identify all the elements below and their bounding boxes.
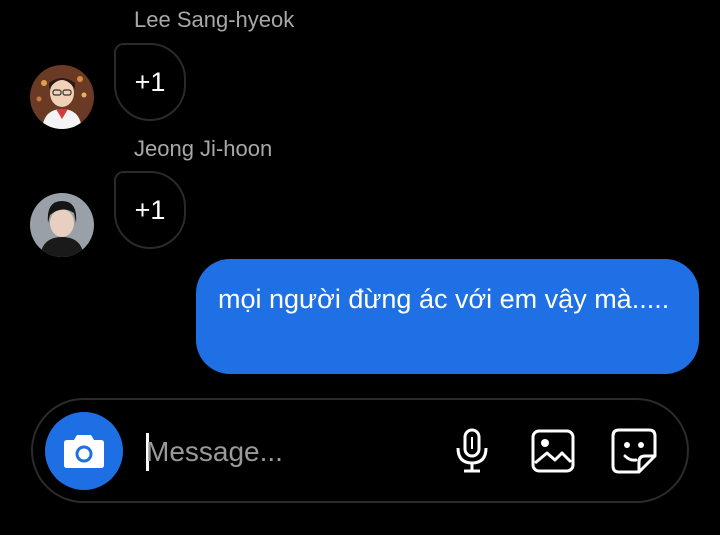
microphone-button[interactable]: [449, 428, 495, 474]
microphone-icon: [456, 428, 488, 473]
avatar-photo-icon: [30, 65, 94, 129]
sticker-icon: [611, 428, 657, 474]
gallery-button[interactable]: [530, 428, 576, 474]
avatar[interactable]: [30, 193, 94, 257]
camera-button[interactable]: [45, 412, 123, 490]
message-input[interactable]: [146, 430, 436, 474]
camera-icon: [64, 435, 104, 468]
reaction-count-bubble[interactable]: +1: [114, 43, 186, 121]
message-composer: [31, 398, 689, 503]
reaction-count-bubble[interactable]: +1: [114, 171, 186, 249]
sticker-button[interactable]: [611, 428, 657, 474]
avatar-photo-icon: [30, 193, 94, 257]
sender-name-jeong-ji-hoon: Jeong Ji-hoon: [134, 136, 273, 161]
gallery-icon: [531, 429, 575, 473]
my-message-bubble[interactable]: mọi người đừng ác với em vậy mà.....: [196, 259, 699, 374]
sender-name-lee-sang-hyeok: Lee Sang-hyeok: [134, 7, 295, 32]
avatar[interactable]: [30, 65, 94, 129]
